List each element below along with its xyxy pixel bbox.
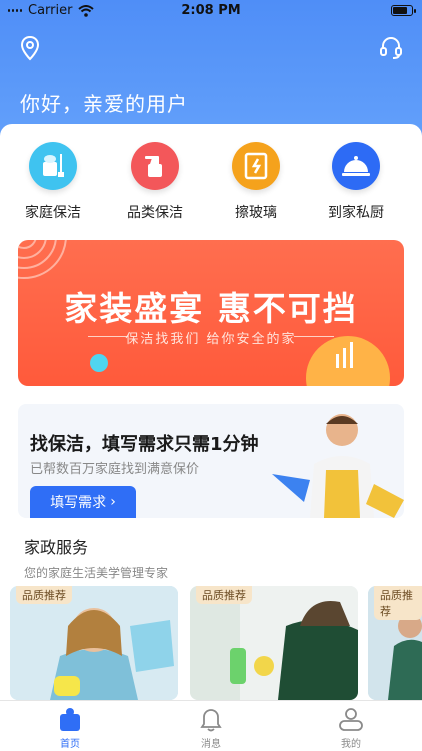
fill-request-label: 填写需求 xyxy=(50,495,107,511)
category-label: 擦玻璃 xyxy=(235,205,277,221)
status-time: 2:08 PM xyxy=(181,3,241,18)
profile-icon xyxy=(339,708,363,731)
tab-label: 消息 xyxy=(201,739,221,750)
category-window-cleaning[interactable]: 擦玻璃 xyxy=(211,142,301,222)
quality-badge: 品质推荐 xyxy=(196,586,252,604)
spray-bottle-icon xyxy=(131,142,179,190)
category-label: 到家私厨 xyxy=(328,205,384,221)
promo-title: 找保洁，填写需求只需1分钟 xyxy=(30,434,259,455)
promo-subtitle: 已帮数百万家庭找到满意保价 xyxy=(30,462,200,477)
home-icon xyxy=(60,708,80,731)
category-label: 家庭保洁 xyxy=(25,205,81,221)
tab-profile[interactable]: 我的 xyxy=(311,705,391,750)
promo-banner[interactable]: 家装盛宴 惠不可挡 保洁找我们 给你安全的家 xyxy=(18,240,404,386)
service-card[interactable]: 品质推荐 xyxy=(190,586,358,700)
battery-fill xyxy=(393,7,407,14)
tab-bar: 首页 消息 我的 xyxy=(0,700,422,751)
tab-label: 首页 xyxy=(60,739,80,750)
greeting-text: 你好，亲爱的用户 xyxy=(20,92,188,116)
category-label: 品类保洁 xyxy=(127,205,183,221)
cleaner-illustration xyxy=(272,414,404,518)
request-promo-card[interactable]: 找保洁，填写需求只需1分钟 已帮数百万家庭找到满意保价 填写需求 › xyxy=(18,404,404,518)
status-bar: Carrier 2:08 PM xyxy=(0,0,422,22)
category-home-cleaning[interactable]: 家庭保洁 xyxy=(8,142,98,222)
service-card[interactable]: 品质推荐 xyxy=(10,586,178,700)
battery-icon xyxy=(391,5,416,16)
chevron-right-icon: › xyxy=(110,494,116,510)
cleaning-bucket-icon xyxy=(29,142,77,190)
category-item-cleaning[interactable]: 品类保洁 xyxy=(110,142,200,222)
tab-home[interactable]: 首页 xyxy=(30,705,110,750)
quality-badge: 品质推荐 xyxy=(374,586,422,620)
quality-badge: 品质推荐 xyxy=(16,586,72,604)
cloche-icon xyxy=(332,142,380,190)
tab-messages[interactable]: 消息 xyxy=(171,705,251,750)
fill-request-button[interactable]: 填写需求 › xyxy=(30,486,136,518)
tab-label: 我的 xyxy=(341,739,361,750)
bell-icon xyxy=(200,709,222,732)
banner-dot-decoration xyxy=(90,354,108,372)
location-icon[interactable] xyxy=(16,34,44,62)
banner-subtitle: 保洁找我们 给你安全的家 xyxy=(125,332,297,347)
window-icon xyxy=(232,142,280,190)
category-home-chef[interactable]: 到家私厨 xyxy=(311,142,401,222)
section-title: 家政服务 xyxy=(24,538,89,557)
banner-title: 家装盛宴 惠不可挡 xyxy=(64,289,358,328)
service-card[interactable]: 品质推荐 xyxy=(368,586,422,700)
section-subtitle: 您的家庭生活美学管理专家 xyxy=(24,566,169,580)
headset-icon[interactable] xyxy=(377,34,405,62)
